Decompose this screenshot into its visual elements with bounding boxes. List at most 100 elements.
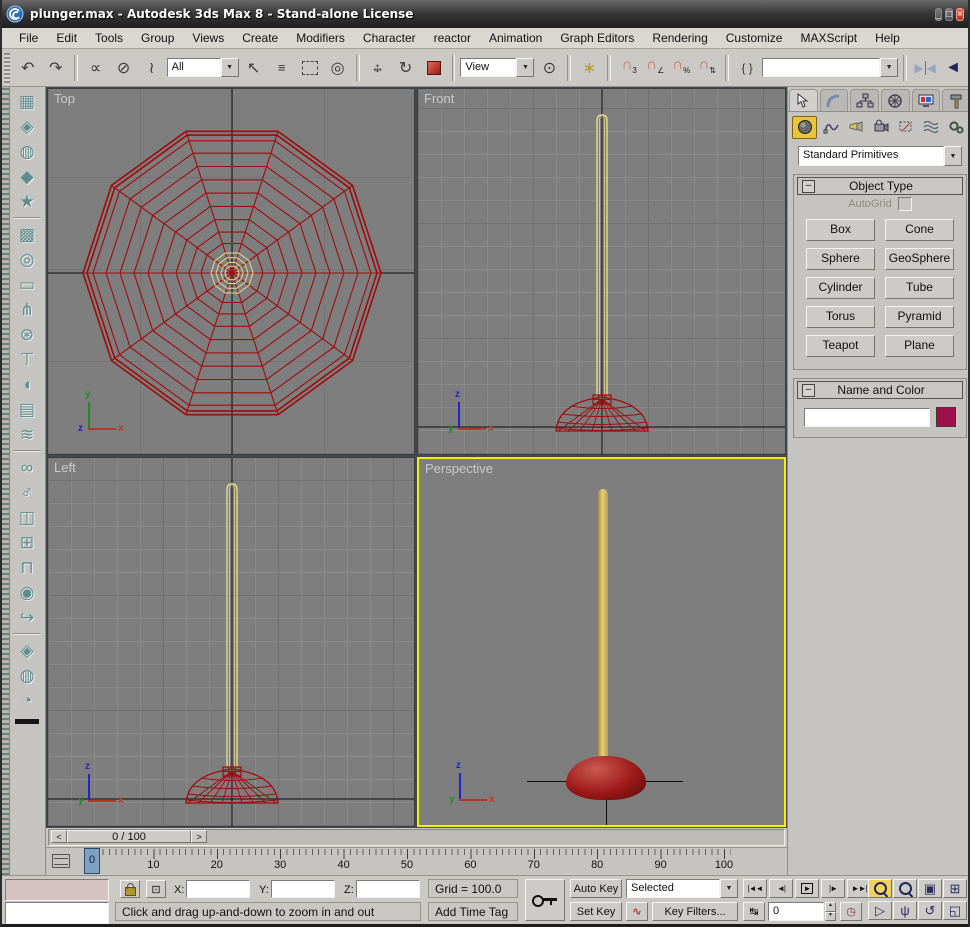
objtype-cylinder-button[interactable]: Cylinder (806, 277, 875, 299)
chain-icon[interactable]: ⊞ (12, 530, 42, 555)
objtype-pyramid-button[interactable]: Pyramid (885, 306, 954, 328)
hook-icon[interactable]: ↪ (12, 605, 42, 630)
chair-icon[interactable]: ⊓ (12, 555, 42, 580)
previous-frame-arrow[interactable]: < (51, 830, 67, 843)
viewport-top-label[interactable]: Top (54, 91, 75, 106)
object-type-rollout-header[interactable]: – Object Type (797, 177, 963, 195)
maxscript-mini-listener-pink[interactable] (5, 879, 109, 901)
menu-edit[interactable]: Edit (47, 29, 86, 47)
select-and-move-button[interactable]: ↔↕ (365, 54, 391, 82)
checker-icon[interactable]: ▩ (12, 222, 42, 247)
cubes-icon[interactable]: ▦ (12, 89, 42, 114)
tab-motion-icon[interactable] (881, 89, 910, 111)
x-coordinate-field[interactable] (186, 880, 250, 898)
next-frame-button[interactable]: |► (821, 879, 845, 898)
z-coordinate-field[interactable] (356, 880, 420, 898)
minimize-button[interactable]: _ (935, 8, 943, 21)
menu-graph-editors[interactable]: Graph Editors (551, 29, 643, 47)
tab-panel-grip[interactable] (2, 87, 10, 875)
category-cameras-icon[interactable] (869, 117, 892, 138)
maximize-button[interactable]: □ (945, 8, 953, 21)
window-crossing-toggle-button[interactable]: ◎ (325, 54, 351, 82)
undo-button[interactable]: ↶ (15, 54, 41, 82)
figure-icon[interactable]: ♂ (12, 480, 42, 505)
menu-maxscript[interactable]: MAXScript (791, 29, 866, 47)
current-frame-indicator[interactable]: 0 (84, 848, 100, 874)
objtype-box-button[interactable]: Box (806, 219, 875, 241)
menu-character[interactable]: Character (354, 29, 425, 47)
zoom-extents-button[interactable]: ▣ (918, 879, 942, 898)
sphere-icon[interactable]: ◍ (12, 139, 42, 164)
door-icon[interactable]: ◫ (12, 505, 42, 530)
tab-display-icon[interactable] (912, 89, 941, 111)
previous-frame-button[interactable]: ◄| (769, 879, 793, 898)
capsule-icon[interactable]: ▭ (12, 272, 42, 297)
track-bar-ruler[interactable]: 0102030405060708090100 0 (76, 848, 787, 874)
frame-spinner[interactable]: ▲▼ (825, 902, 836, 921)
spindle-icon[interactable]: ◆ (12, 164, 42, 189)
menu-tools[interactable]: Tools (86, 29, 132, 47)
maxscript-mini-listener-white[interactable] (5, 902, 109, 924)
next-frame-arrow[interactable]: > (191, 830, 207, 843)
named-selection-dropdown[interactable]: ▼ (762, 58, 898, 77)
align-button[interactable]: ◄ (940, 54, 966, 82)
mirror-button[interactable]: ▶◀ (912, 54, 938, 82)
menu-reactor[interactable]: reactor (425, 29, 480, 47)
unlink-selection-button[interactable]: ⊘ (111, 54, 137, 82)
go-to-start-button[interactable]: |◄◄ (743, 879, 767, 898)
objtype-teapot-button[interactable]: Teapot (806, 335, 875, 357)
objtype-plane-button[interactable]: Plane (885, 335, 954, 357)
propeller-icon[interactable]: ⋔ (12, 297, 42, 322)
select-and-rotate-button[interactable]: ↻ (393, 54, 419, 82)
reference-coordinate-dropdown[interactable]: View ▼ (460, 58, 534, 77)
min-max-toggle-button[interactable]: ◱ (943, 901, 967, 920)
rectangular-selection-region-button[interactable] (297, 54, 323, 82)
viewport-left-label[interactable]: Left (54, 460, 76, 475)
named-selection-sets-button[interactable]: { } (734, 54, 760, 82)
collapse-icon[interactable]: – (802, 180, 815, 193)
name-color-rollout-header[interactable]: – Name and Color (797, 381, 963, 399)
object-name-input[interactable] (804, 408, 930, 427)
current-frame-field[interactable]: 0 (768, 902, 824, 921)
objtype-sphere-button[interactable]: Sphere (806, 248, 875, 270)
pan-button[interactable]: ψ (893, 901, 917, 920)
default-tangent-button[interactable]: ∿ (626, 902, 648, 921)
autogrid-checkbox[interactable] (898, 197, 912, 211)
arc-rotate-button[interactable]: ↺ (918, 901, 942, 920)
menu-group[interactable]: Group (132, 29, 183, 47)
selection-lock-toggle-button[interactable] (120, 880, 140, 898)
viewport-perspective-label[interactable]: Perspective (425, 461, 493, 476)
set-keys-button[interactable] (525, 879, 565, 921)
time-slider-handle[interactable]: 0 / 100 (67, 830, 191, 843)
select-and-manipulate-button[interactable]: ∗ (576, 54, 602, 82)
category-geometry-icon[interactable] (792, 116, 817, 139)
zoom-all-button[interactable] (893, 879, 917, 898)
menu-animation[interactable]: Animation (480, 29, 551, 47)
key-filters-button[interactable]: Key Filters... (652, 902, 738, 921)
tab-hierarchy-icon[interactable] (850, 89, 879, 111)
crates-icon[interactable]: ▤ (12, 397, 42, 422)
category-space-warps-icon[interactable] (919, 117, 942, 138)
bind-to-space-warp-button[interactable]: ≀ (139, 54, 165, 82)
add-time-tag-button[interactable]: Add Time Tag (428, 902, 518, 921)
viewport-perspective[interactable]: Perspective zxy (417, 457, 786, 827)
menu-modifiers[interactable]: Modifiers (287, 29, 354, 47)
play-button[interactable]: ► (795, 879, 819, 898)
cloth-modifier-icon[interactable]: ◈ (12, 638, 42, 663)
zoom-button[interactable] (868, 879, 892, 898)
tab-utilities-icon[interactable] (942, 89, 970, 111)
viewport-top[interactable]: Top yxz (47, 88, 415, 455)
spring-icon[interactable]: ◎ (12, 247, 42, 272)
use-pivot-center-button[interactable]: ⊙ (536, 54, 562, 82)
close-button[interactable]: × (956, 8, 964, 21)
cloth-icon[interactable]: ◈ (12, 114, 42, 139)
star-icon[interactable]: ★ (12, 189, 42, 214)
selection-filter-dropdown[interactable]: All ▼ (167, 58, 239, 77)
auto-key-button[interactable]: Auto Key (570, 879, 622, 898)
select-object-button[interactable]: ↖ (241, 54, 267, 82)
objtype-tube-button[interactable]: Tube (885, 277, 954, 299)
menu-create[interactable]: Create (233, 29, 287, 47)
absolute-offset-toggle-button[interactable]: ⊡ (146, 880, 166, 898)
primitives-category-dropdown[interactable]: Standard Primitives ▼ (798, 146, 962, 166)
spiral-modifier-icon[interactable]: ◔ (12, 688, 42, 713)
